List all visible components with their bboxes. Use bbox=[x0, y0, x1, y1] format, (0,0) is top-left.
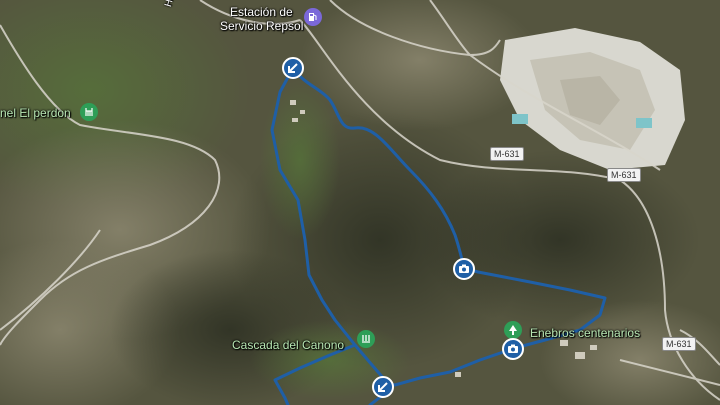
route-end-marker[interactable] bbox=[372, 376, 394, 398]
gas-station-label-line1[interactable]: Estación de bbox=[230, 6, 293, 19]
picnic-area-label[interactable]: nel El perdon bbox=[0, 107, 71, 120]
gas-station-label-line2[interactable]: Servicio Repsol bbox=[220, 20, 303, 33]
route-start-marker[interactable] bbox=[282, 57, 304, 79]
road-shield-m631: M-631 bbox=[607, 168, 641, 182]
waterfall-icon[interactable] bbox=[357, 330, 375, 348]
arrow-down-left-icon bbox=[378, 382, 388, 392]
satellite-map[interactable]: M-631 M-631 M-631 Higuera Estación de Se… bbox=[0, 0, 720, 405]
fuel-icon[interactable] bbox=[304, 8, 322, 26]
arrow-down-left-icon bbox=[288, 63, 298, 73]
photo-marker[interactable] bbox=[453, 258, 475, 280]
picnic-area-icon[interactable] bbox=[80, 103, 98, 121]
camera-icon bbox=[459, 264, 469, 273]
tree-icon[interactable] bbox=[504, 321, 522, 339]
road-shield-m631: M-631 bbox=[662, 337, 696, 351]
waterfall-label[interactable]: Cascada del Canono bbox=[232, 339, 344, 352]
photo-marker[interactable] bbox=[502, 338, 524, 360]
junipers-label[interactable]: Enebros centenarios bbox=[530, 327, 640, 340]
camera-icon bbox=[508, 344, 518, 353]
road-shield-m631: M-631 bbox=[490, 147, 524, 161]
